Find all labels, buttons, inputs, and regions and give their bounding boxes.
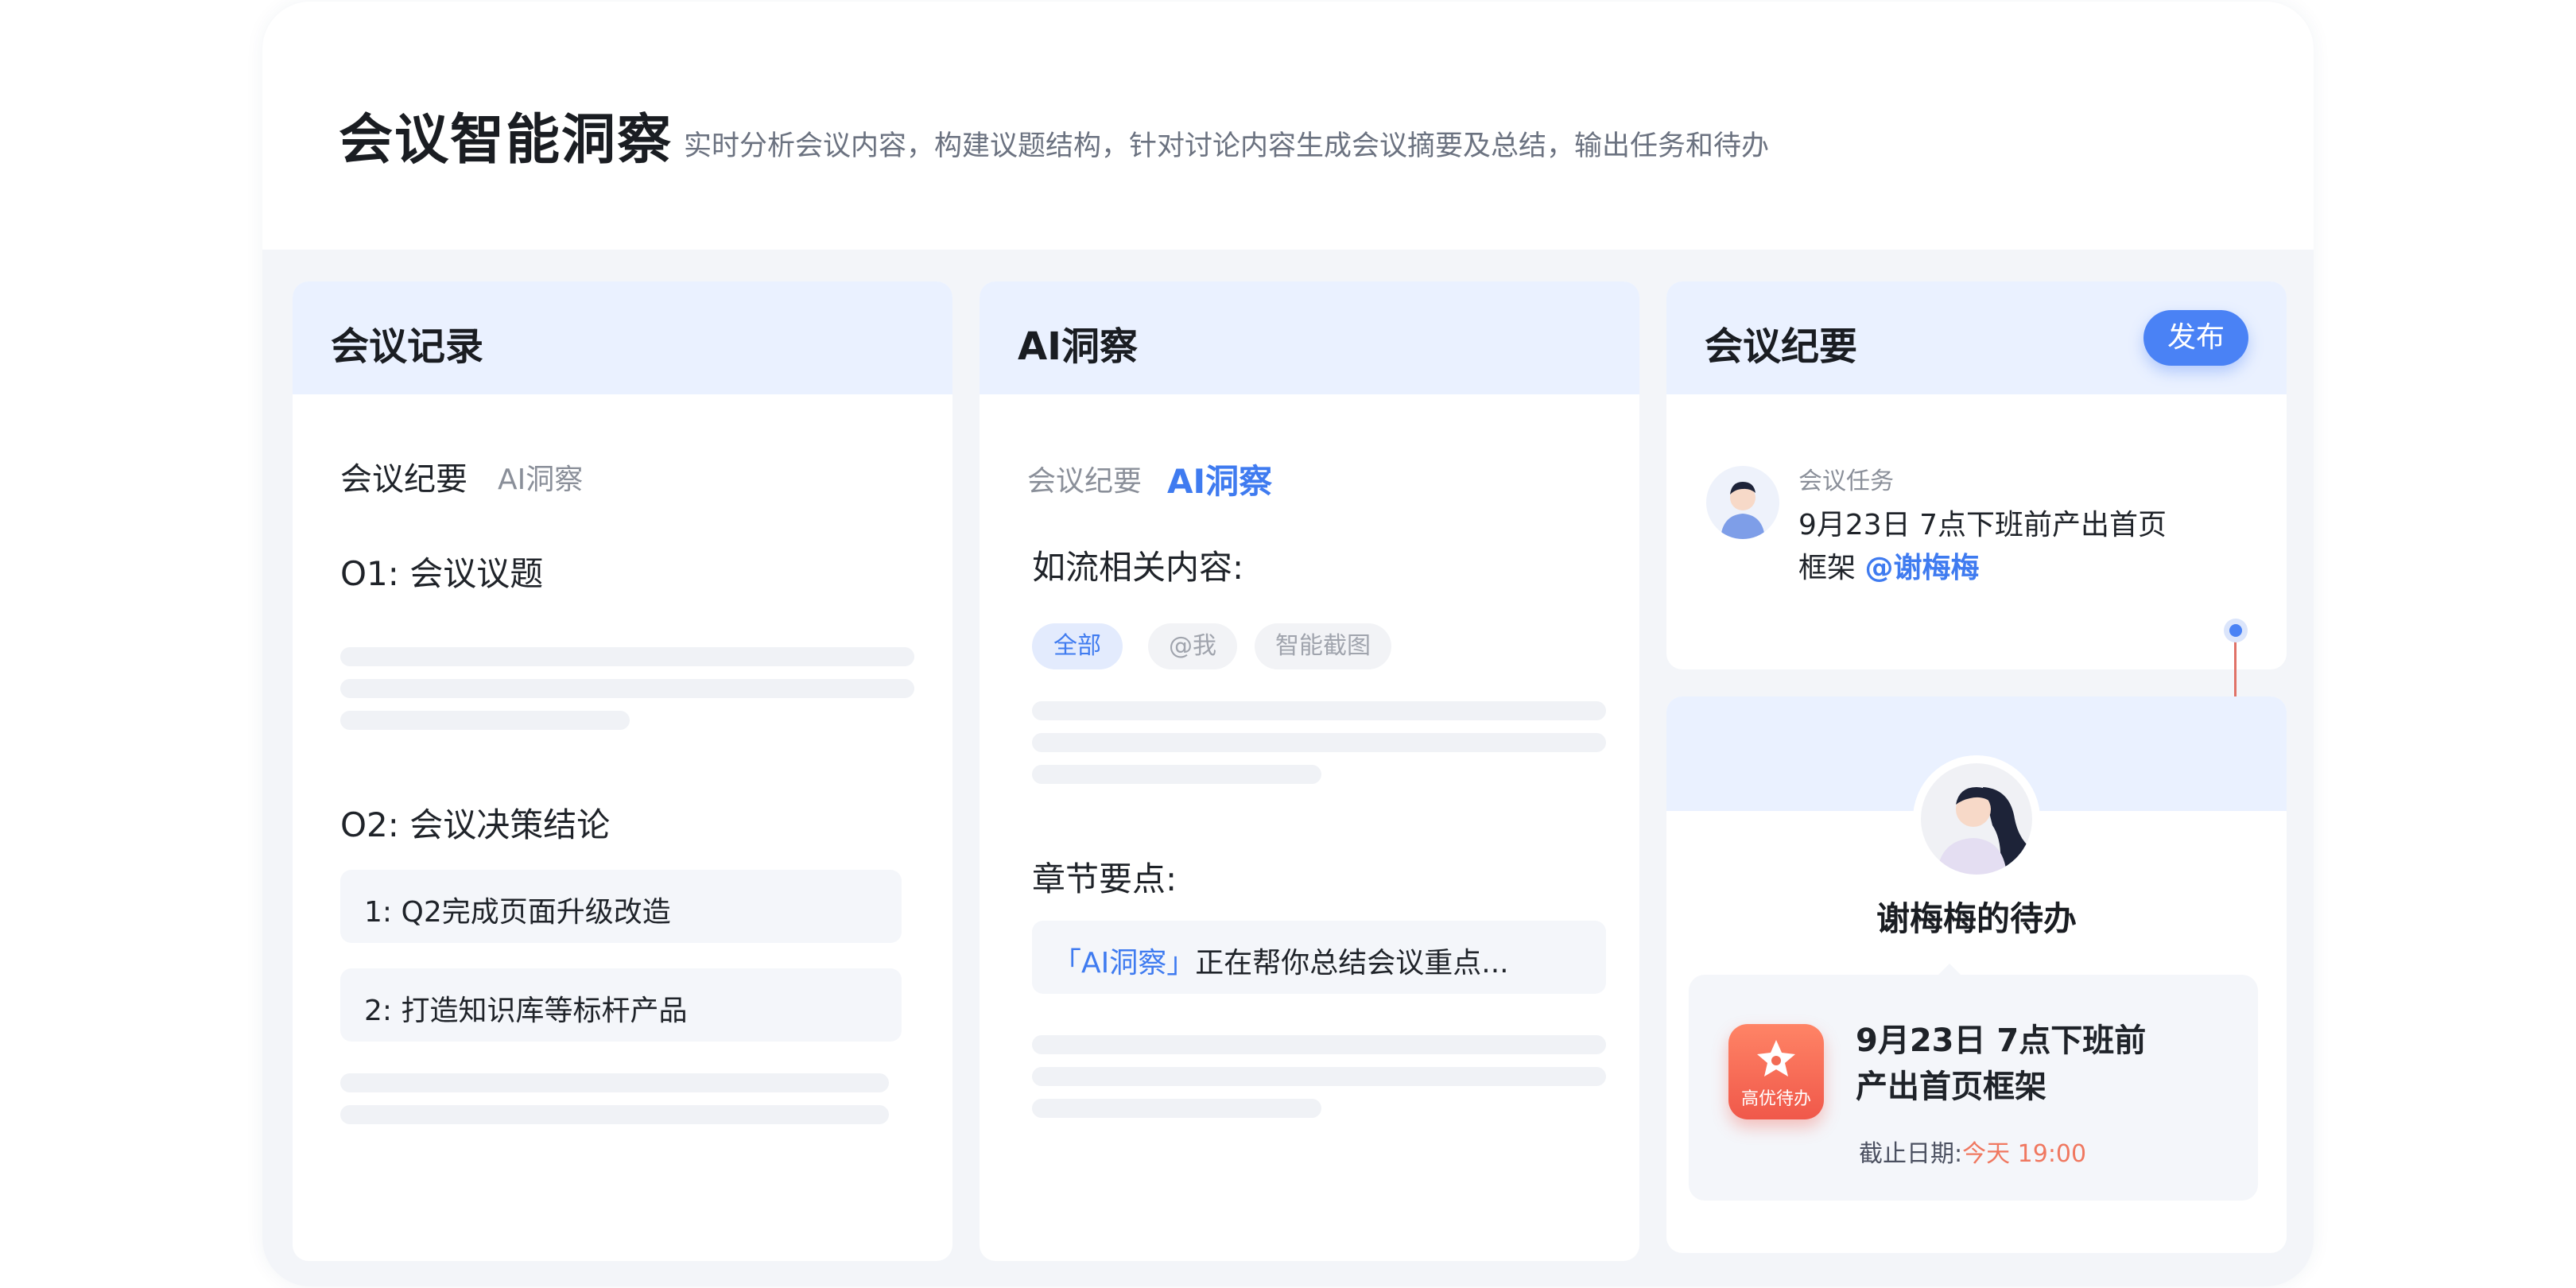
avatar (1706, 466, 1779, 539)
ai-summary-status: 正在帮你总结会议重点... (1195, 947, 1509, 980)
ai-insight-panel-header: AI洞察 (980, 281, 1639, 394)
task-text: 9月23日 7点下班前产出首页 框架 @谢梅梅 (1798, 504, 2167, 590)
placeholder-line (1032, 1099, 1321, 1118)
task-mention-link[interactable]: @谢梅梅 (1864, 552, 1979, 584)
user-avatar-icon (1937, 787, 2032, 875)
priority-badge: 高优待办 (1728, 1024, 1824, 1119)
placeholder-line (340, 1105, 889, 1124)
minutes-panel: 会议纪要 发布 会议任务 9月23日 7点下班前产出首页 框架 @谢梅梅 (1666, 281, 2287, 669)
decision-item[interactable]: 2: 打造知识库等标杆产品 (340, 968, 902, 1042)
minutes-panel-title: 会议纪要 (1705, 324, 1858, 369)
placeholder-line (1032, 1067, 1606, 1086)
decision-item-text: 1: Q2完成页面升级改造 (364, 896, 671, 929)
todo-card: 谢梅梅的待办 高优待办 9月23日 7点下班前 产出首页框架 截止日期:今天 1… (1666, 696, 2287, 1253)
tab-ai-insight[interactable]: AI洞察 (1167, 455, 1272, 503)
page-title: 会议智能洞察 (339, 109, 673, 172)
deadline: 截止日期:今天 19:00 (1859, 1134, 2086, 1169)
ai-summary-text: 「AI洞察」正在帮你总结会议重点... (1053, 940, 1509, 981)
task-label: 会议任务 (1798, 467, 1894, 495)
ai-summary-box: 「AI洞察」正在帮你总结会议重点... (1032, 921, 1606, 994)
record-panel-title: 会议记录 (331, 324, 484, 369)
placeholder-line (1032, 733, 1606, 752)
main-frame: 会议智能洞察 实时分析会议内容，构建议题结构，针对讨论内容生成会议摘要及总结，输… (262, 2, 2314, 1286)
page-header: 会议智能洞察 实时分析会议内容，构建议题结构，针对讨论内容生成会议摘要及总结，输… (262, 2, 2314, 250)
publish-button[interactable]: 发布 (2143, 310, 2248, 366)
record-panel: 会议记录 会议纪要 AI洞察 O1: 会议议题 O2: 会议决策结论 1: Q2… (293, 281, 952, 1261)
section-decisions: O2: 会议决策结论 (340, 805, 611, 844)
decision-item-text: 2: 打造知识库等标杆产品 (364, 995, 688, 1027)
tab-ai-insight[interactable]: AI洞察 (498, 456, 583, 498)
todo-title: 谢梅梅的待办 (1876, 899, 2077, 938)
tab-minutes[interactable]: 会议纪要 (340, 453, 467, 499)
task-text-line: 框架 (1798, 552, 1856, 584)
deadline-value: 今天 19:00 (1962, 1140, 2087, 1168)
avatar (1921, 763, 2032, 875)
chapter-points-heading: 章节要点: (1032, 859, 1177, 898)
placeholder-line (1032, 1035, 1606, 1054)
todo-pointer (1938, 964, 1961, 975)
star-icon (1757, 1040, 1795, 1077)
ai-insight-panel-title: AI洞察 (1018, 324, 1139, 369)
todo-text-line: 9月23日 7点下班前 (1856, 1022, 2147, 1059)
deadline-label: 截止日期: (1859, 1140, 1963, 1168)
decision-item[interactable]: 1: Q2完成页面升级改造 (340, 870, 902, 943)
related-content-heading: 如流相关内容: (1032, 548, 1244, 587)
ai-insight-panel: AI洞察 会议纪要 AI洞察 如流相关内容: 全部 @我 智能截图 章节要点: … (980, 281, 1639, 1261)
placeholder-line (340, 711, 630, 730)
page-subtitle: 实时分析会议内容，构建议题结构，针对讨论内容生成会议摘要及总结，输出任务和待办 (684, 130, 1770, 162)
connector-dot-top (2224, 619, 2248, 642)
minutes-panel-header: 会议纪要 发布 (1666, 281, 2287, 394)
todo-text: 9月23日 7点下班前 产出首页框架 (1856, 1018, 2146, 1110)
section-topics: O1: 会议议题 (340, 554, 544, 593)
placeholder-line (1032, 701, 1606, 720)
todo-avatar-ring (1913, 755, 2040, 883)
placeholder-line (340, 647, 914, 666)
record-panel-header: 会议记录 (293, 281, 952, 394)
filter-chip-all[interactable]: 全部 (1032, 623, 1123, 669)
placeholder-line (1032, 765, 1321, 784)
todo-text-line: 产出首页框架 (1856, 1069, 2046, 1105)
priority-badge-label: 高优待办 (1740, 1089, 1811, 1109)
filter-chip-mention[interactable]: @我 (1148, 623, 1237, 669)
task-text-line: 9月23日 7点下班前产出首页 (1798, 509, 2167, 541)
ai-insight-tag: 「AI洞察」 (1053, 947, 1196, 980)
filter-chip-screenshot[interactable]: 智能截图 (1255, 623, 1391, 669)
user-avatar-icon (1721, 482, 1765, 539)
task-text-line-2: 框架 @谢梅梅 (1798, 547, 2167, 590)
todo-item[interactable]: 高优待办 9月23日 7点下班前 产出首页框架 截止日期:今天 19:00 (1689, 975, 2258, 1201)
placeholder-line (340, 1073, 889, 1092)
placeholder-line (340, 679, 914, 698)
tab-minutes[interactable]: 会议纪要 (1027, 458, 1142, 499)
